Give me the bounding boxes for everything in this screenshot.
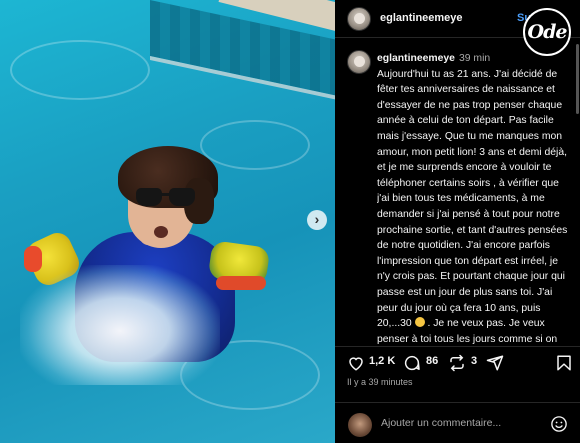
post-side-panel: eglantineemeye Suivre Ode eglantineemeye… (335, 0, 580, 443)
post-photo: › (0, 0, 335, 443)
mouth (154, 226, 168, 238)
viewer-avatar (348, 413, 372, 437)
caption-time: 39 min (458, 53, 491, 64)
comment-bar: Ajouter un commentaire... (335, 402, 580, 443)
ode-logo: Ode (523, 8, 571, 56)
action-bar: 1,2 K 86 3 (335, 346, 580, 376)
water-ripple (10, 40, 150, 100)
emoji-icon (414, 317, 425, 328)
caption-scrollbar[interactable] (576, 44, 579, 114)
like-count[interactable]: 1,2 K (369, 355, 395, 367)
emoji-icon[interactable] (550, 415, 568, 433)
repost-icon[interactable] (448, 354, 466, 372)
armband-right-band (216, 276, 266, 290)
comment-count[interactable]: 86 (426, 355, 438, 367)
save-icon[interactable] (555, 354, 573, 372)
water-splash (20, 265, 220, 385)
post-caption: eglantineemeye 39 min Aujourd'hui tu as 2… (377, 51, 569, 344)
author-username[interactable]: eglantineemeye (380, 12, 463, 24)
post-timestamp: Il y a 39 minutes (347, 377, 413, 387)
comment-input[interactable]: Ajouter un commentaire... (381, 417, 501, 429)
caption-avatar[interactable] (347, 50, 371, 74)
water-ripple (200, 120, 310, 170)
chevron-right-icon: › (314, 211, 320, 227)
repost-count[interactable]: 3 (471, 355, 477, 367)
sunglasses (136, 188, 198, 208)
author-avatar[interactable] (347, 7, 371, 31)
caption-username[interactable]: eglantineemeye (377, 53, 455, 64)
next-image-button[interactable]: › (307, 210, 327, 230)
comment-icon[interactable] (403, 354, 421, 372)
heart-icon[interactable] (347, 354, 365, 372)
caption-text: Aujourd'hui tu as 21 ans. J'ai décidé de… (377, 68, 568, 330)
share-icon[interactable] (486, 354, 504, 372)
post-header: eglantineemeye Suivre Ode (335, 0, 580, 56)
